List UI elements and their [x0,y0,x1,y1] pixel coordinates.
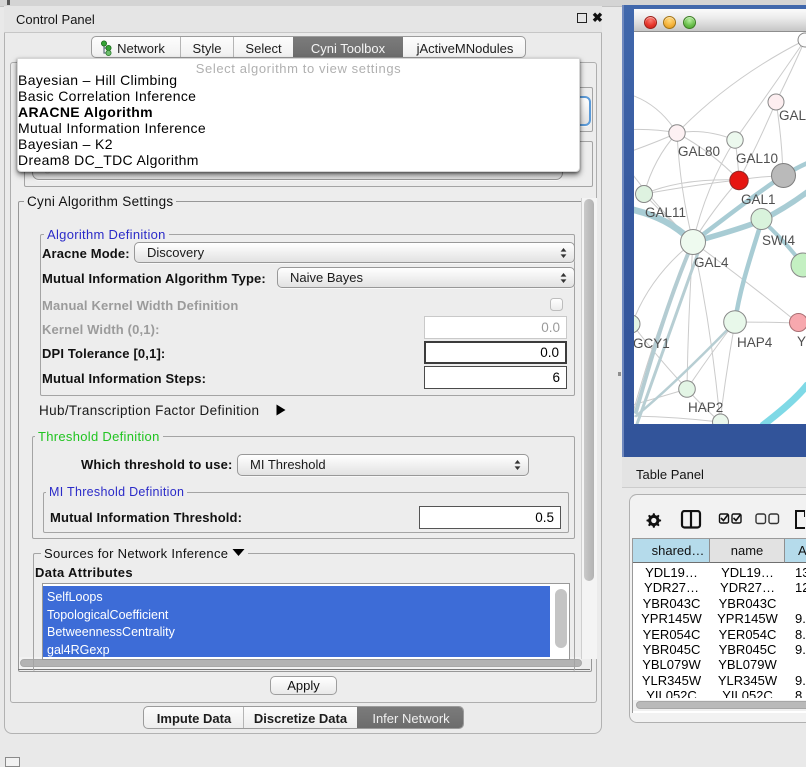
svg-text:HAP4: HAP4 [737,335,773,350]
svg-text:GAL1: GAL1 [741,192,776,207]
svg-text:GAL4: GAL4 [694,255,729,270]
svg-text:SWI4: SWI4 [762,233,795,248]
svg-text:GAL80: GAL80 [678,144,720,159]
svg-text:HAP2: HAP2 [688,400,723,415]
svg-text:GAL: GAL [779,108,806,123]
svg-text:GAL11: GAL11 [645,205,686,220]
svg-text:GCY1: GCY1 [634,336,670,351]
svg-text:Y: Y [797,334,806,349]
svg-text:GAL10: GAL10 [736,151,778,166]
